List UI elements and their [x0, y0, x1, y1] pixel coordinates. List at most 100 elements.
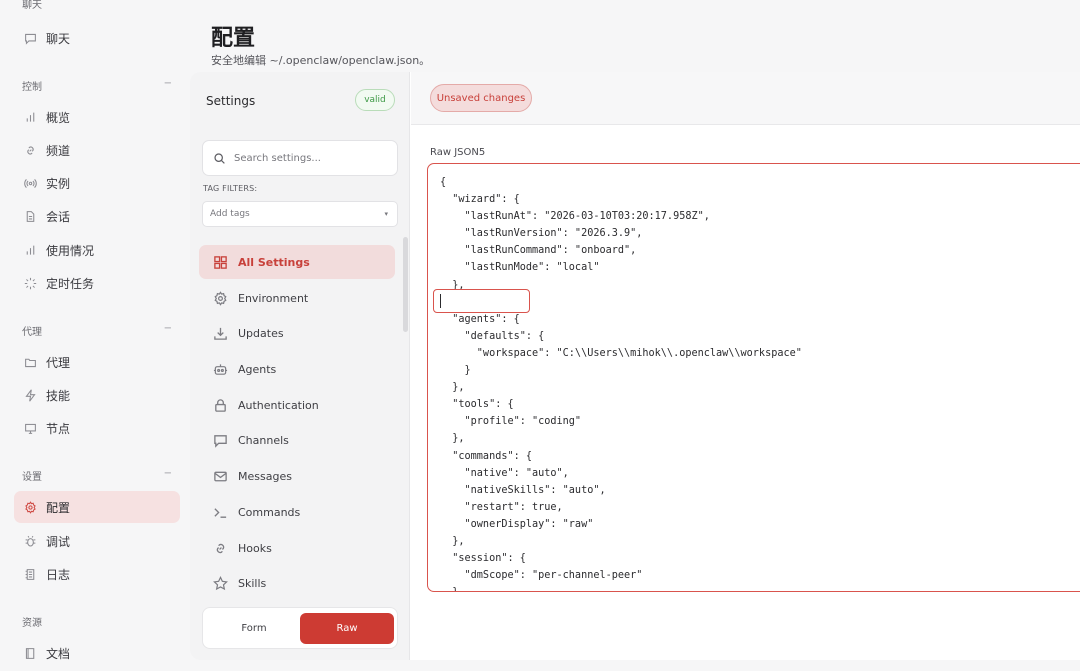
- nav-section-settings: 设置: [22, 472, 42, 483]
- code-line: "profile": "coding": [440, 416, 582, 428]
- nav-item-label: 调试: [46, 534, 71, 549]
- code-line: "lastRunAt": "2026-03-10T03:20:17.958Z",: [440, 211, 710, 223]
- category-label: Environment: [238, 291, 309, 305]
- link-icon: [23, 143, 37, 157]
- search-input[interactable]: [234, 152, 384, 164]
- category-messages[interactable]: Messages: [199, 459, 395, 493]
- loader-icon: [23, 276, 37, 290]
- bar-chart-icon: [23, 110, 37, 124]
- code-line: "agents": {: [440, 313, 520, 325]
- raw-json-editor[interactable]: { "wizard": { "lastRunAt": "2026-03-10T0…: [427, 163, 1080, 592]
- link-icon: [212, 540, 228, 556]
- raw-mode-button[interactable]: Raw: [300, 613, 394, 644]
- nav-item-label: 节点: [46, 421, 71, 436]
- code-line: }: [440, 365, 471, 377]
- bug-icon: [23, 534, 37, 548]
- nav-item-channels[interactable]: 频道: [14, 134, 180, 166]
- lightning-icon: [23, 388, 37, 402]
- mode-toggle: Form Raw: [202, 607, 398, 649]
- code-line: "lastRunCommand": "onboard",: [440, 245, 637, 257]
- nav-item-cron-jobs[interactable]: 定时任务: [14, 267, 180, 299]
- tag-filter-placeholder: Add tags: [210, 209, 250, 219]
- code-line: },: [440, 535, 465, 547]
- tag-filter-select[interactable]: Add tags ▾: [202, 201, 398, 227]
- code-content[interactable]: { "wizard": { "lastRunAt": "2026-03-10T0…: [440, 174, 802, 591]
- nav-item-overview[interactable]: 概览: [14, 101, 180, 133]
- category-label: Channels: [238, 433, 289, 447]
- code-line: "ownerDisplay": "raw": [440, 518, 594, 530]
- nav-section-agent-collapse[interactable]: −: [164, 323, 172, 334]
- status-badge: valid: [355, 89, 395, 111]
- search-icon: [213, 152, 226, 165]
- nav-item-instances[interactable]: 实例: [14, 167, 180, 199]
- code-line: "session": {: [440, 553, 526, 565]
- nav-item-label: 文档: [46, 646, 71, 661]
- category-hooks[interactable]: Hooks: [199, 531, 395, 565]
- star-icon: [212, 575, 228, 591]
- code-line: "workspace": "C:\\Users\\mihok\\.opencla…: [440, 347, 802, 359]
- unsaved-changes-badge: Unsaved changes: [430, 84, 532, 112]
- text-caret: [440, 294, 441, 308]
- page-title: 配置: [211, 26, 256, 51]
- nav-item-debug[interactable]: 调试: [14, 525, 180, 557]
- category-agents[interactable]: Agents: [199, 352, 395, 386]
- code-line: "restart": true,: [440, 501, 563, 513]
- category-all-settings[interactable]: All Settings: [199, 245, 395, 279]
- settings-sidebar: Settings valid TAG FILTERS: Add tags ▾ A…: [190, 72, 410, 660]
- category-updates[interactable]: Updates: [199, 316, 395, 350]
- lock-icon: [212, 397, 228, 413]
- nav-section-settings-collapse[interactable]: −: [164, 468, 172, 479]
- nav-item-sessions[interactable]: 会话: [14, 200, 180, 232]
- download-icon: [212, 325, 228, 341]
- nav-item-agents[interactable]: 代理: [14, 346, 180, 378]
- monitor-icon: [23, 421, 37, 435]
- nav-item-skills[interactable]: 技能: [14, 379, 180, 411]
- broadcast-icon: [23, 176, 37, 190]
- category-label: Authentication: [238, 398, 319, 412]
- category-commands[interactable]: Commands: [199, 495, 395, 529]
- nav-item-nodes[interactable]: 节点: [14, 412, 180, 444]
- nav-item-label: 会话: [46, 209, 71, 224]
- category-label: Skills: [238, 576, 267, 590]
- nav-item-label: 使用情况: [46, 243, 95, 258]
- gear-icon: [212, 290, 228, 306]
- chat-icon: [23, 31, 37, 45]
- nav-item-label: 技能: [46, 388, 71, 403]
- log-icon: [23, 567, 37, 581]
- nav-item-usage[interactable]: 使用情况: [14, 234, 180, 266]
- category-label: Messages: [238, 469, 292, 483]
- cursor-highlight-box: [433, 289, 530, 313]
- category-scrollbar[interactable]: [403, 237, 408, 332]
- nav-item-label: 配置: [46, 500, 71, 515]
- code-line: "nativeSkills": "auto",: [440, 484, 606, 496]
- document-icon: [23, 209, 37, 223]
- book-icon: [23, 646, 37, 660]
- nav-section-agent: 代理: [22, 327, 42, 338]
- main-nav: 聊天 聊天 控制 − 概览 频道 实例 会话 使用情况 定时任务 代理 − 代理…: [0, 0, 190, 671]
- tag-filters-label: TAG FILTERS:: [203, 184, 258, 193]
- search-box[interactable]: [202, 140, 398, 176]
- category-authentication[interactable]: Authentication: [199, 388, 395, 422]
- nav-item-label: 实例: [46, 176, 71, 191]
- code-line: "lastRunMode": "local": [440, 262, 600, 274]
- nav-section-control-collapse[interactable]: −: [164, 78, 172, 89]
- nav-item-label: 日志: [46, 567, 71, 582]
- code-line: },: [440, 584, 802, 591]
- category-skills[interactable]: Skills: [199, 566, 395, 600]
- code-line: "native": "auto",: [440, 467, 569, 479]
- code-line: "commands": {: [440, 450, 533, 462]
- nav-item-chat[interactable]: 聊天: [14, 22, 180, 54]
- category-environment[interactable]: Environment: [199, 281, 395, 315]
- form-mode-button[interactable]: Form: [207, 613, 301, 644]
- nav-section-resources: 资源: [22, 618, 42, 629]
- nav-item-config[interactable]: 配置: [14, 491, 180, 523]
- code-line: },: [440, 433, 465, 445]
- code-line: {: [440, 177, 447, 188]
- nav-item-label: 概览: [46, 110, 71, 125]
- code-line: "defaults": {: [440, 330, 545, 342]
- code-line: "dmScope": "per-channel-peer": [440, 570, 643, 582]
- robot-icon: [212, 361, 228, 377]
- nav-item-logs[interactable]: 日志: [14, 558, 180, 590]
- nav-item-docs[interactable]: 文档: [14, 637, 180, 669]
- category-channels[interactable]: Channels: [199, 423, 395, 457]
